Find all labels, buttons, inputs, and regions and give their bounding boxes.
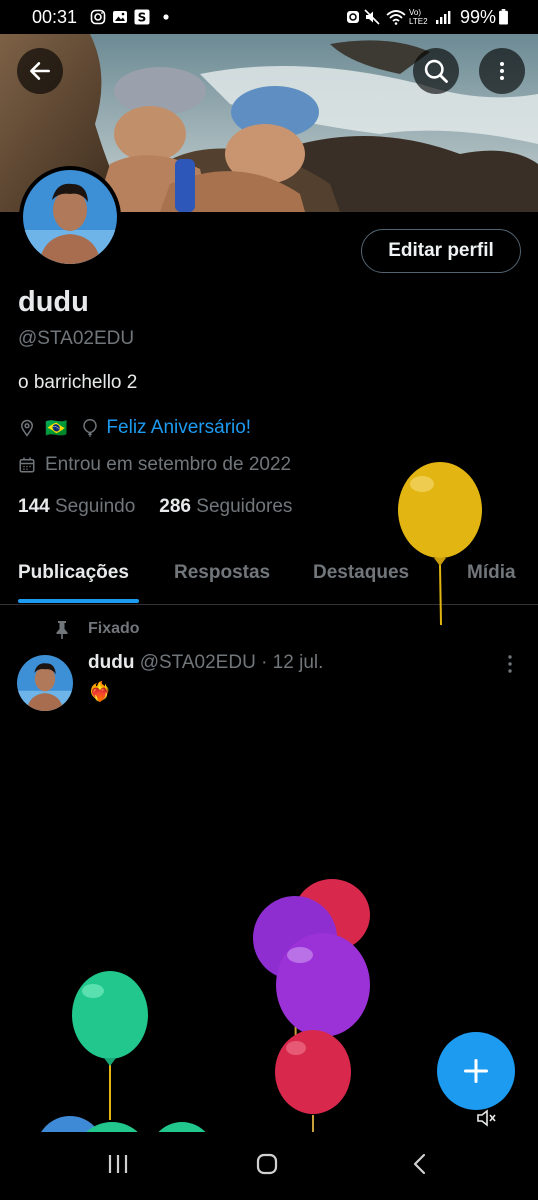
- following-link[interactable]: 144 Seguindo: [18, 496, 135, 518]
- active-tab-indicator: [18, 599, 139, 603]
- system-navigation-bar: [0, 1132, 538, 1200]
- recent-apps-icon[interactable]: [106, 1152, 130, 1176]
- wifi-status-icon: [386, 10, 406, 25]
- compose-post-button[interactable]: [437, 1032, 515, 1110]
- tab-midia[interactable]: Mídia: [467, 562, 516, 584]
- gallery-notification-icon: [113, 11, 127, 23]
- svg-text:S: S: [138, 11, 147, 25]
- network-type-label: Vo) LTE2: [409, 8, 428, 26]
- post-author-name[interactable]: dudu: [88, 652, 134, 673]
- search-button[interactable]: [413, 48, 459, 94]
- tab-destaques[interactable]: Destaques: [313, 562, 409, 584]
- home-icon[interactable]: [255, 1152, 279, 1176]
- post-avatar-photo: [17, 655, 73, 711]
- profile-display-name: dudu: [18, 286, 89, 318]
- birthday-link[interactable]: Feliz Aniversário!: [106, 417, 251, 439]
- post-more-icon[interactable]: [500, 654, 520, 674]
- edit-profile-button[interactable]: Editar perfil: [361, 229, 521, 273]
- arrow-left-icon: [30, 62, 50, 80]
- following-label: Seguindo: [54, 496, 136, 517]
- more-vertical-icon: [500, 62, 504, 80]
- profile-avatar[interactable]: [19, 166, 121, 268]
- signal-strength-icon: [436, 11, 451, 24]
- followers-count: 286: [159, 496, 191, 517]
- battery-icon: [499, 9, 508, 25]
- back-nav-icon[interactable]: [408, 1152, 432, 1176]
- balloon-icon: [83, 418, 98, 437]
- search-icon: [424, 59, 448, 83]
- speaker-muted-icon[interactable]: [476, 1108, 498, 1128]
- back-button[interactable]: [17, 48, 63, 94]
- status-bar: 00:31 S Vo) LTE2 99%: [0, 0, 538, 34]
- balloon-green-left: [72, 971, 148, 1120]
- post-content: ❤️‍🔥: [88, 682, 112, 703]
- location-pin-icon: [20, 419, 34, 437]
- following-count: 144: [18, 496, 50, 517]
- profile-tabs: Publicações Respostas Destaques Mídia: [0, 546, 538, 605]
- post-header: dudu @STA02EDU · 12 jul.: [88, 652, 323, 674]
- profile-meta-location-birthday: 🇧🇷 Feliz Aniversário!: [18, 415, 251, 441]
- alarm-sync-icon: [347, 11, 359, 23]
- battery-percentage: 99%: [459, 7, 496, 27]
- balloon-purple-front: [276, 933, 370, 1110]
- balloon-red-bottom: [275, 1030, 351, 1135]
- location-flag: 🇧🇷: [45, 417, 68, 438]
- tab-publicacoes[interactable]: Publicações: [18, 562, 129, 584]
- balloon-red-top: [294, 879, 370, 1030]
- follow-stats: 144 Seguindo 286 Seguidores: [18, 496, 292, 518]
- plus-icon: [463, 1058, 489, 1084]
- profile-bio: o barrichello 2: [18, 372, 138, 393]
- mute-status-icon: [364, 9, 380, 25]
- balloon-purple-back: [253, 896, 337, 1061]
- followers-link[interactable]: 286 Seguidores: [159, 496, 292, 518]
- tab-respostas[interactable]: Respostas: [174, 562, 270, 584]
- instagram-notification-icon: [90, 9, 106, 25]
- status-time: 00:31: [32, 7, 78, 27]
- post-meta: @STA02EDU · 12 jul.: [139, 652, 324, 673]
- joined-date: Entrou em setembro de 2022: [45, 454, 292, 475]
- avatar-photo: [23, 170, 117, 264]
- pinned-label: Fixado: [88, 620, 140, 637]
- post-author-avatar[interactable]: [17, 655, 73, 711]
- more-options-button[interactable]: [479, 48, 525, 94]
- profile-handle: @STA02EDU: [18, 328, 135, 349]
- more-notifications-dot-icon: [163, 14, 169, 20]
- shazam-notification-icon: S: [134, 9, 150, 25]
- profile-meta-joined: Entrou em setembro de 2022: [18, 452, 291, 478]
- pin-icon: [56, 621, 68, 639]
- followers-label: Seguidores: [196, 496, 293, 517]
- calendar-icon: [19, 457, 35, 473]
